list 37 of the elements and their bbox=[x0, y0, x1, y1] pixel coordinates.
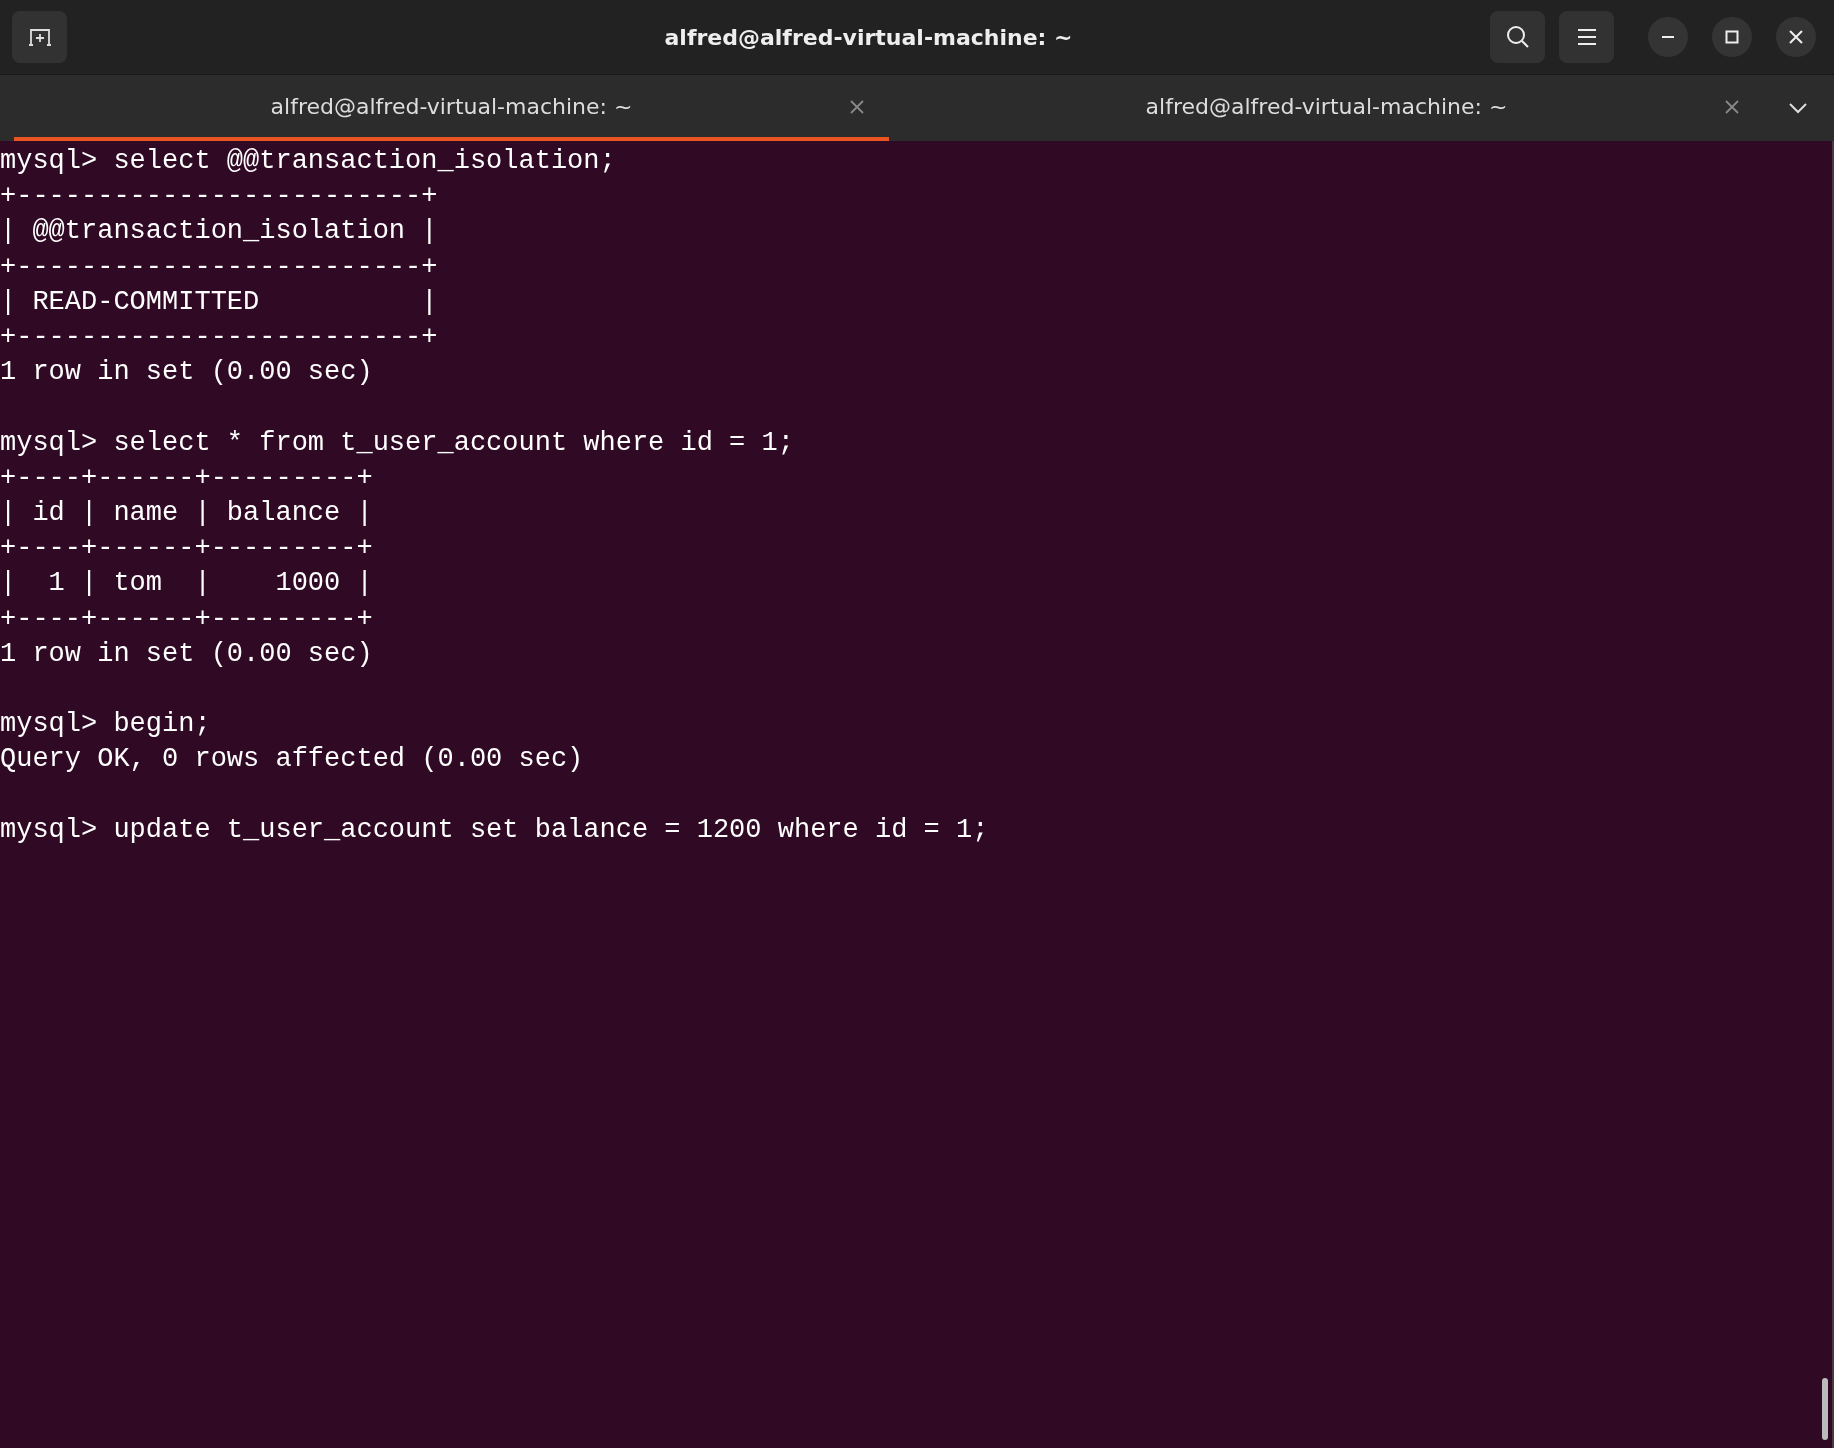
terminal-tab[interactable]: alfred@alfred-virtual-machine: ~ bbox=[14, 75, 889, 141]
terminal-line: mysql> select @@transaction_isolation; bbox=[0, 145, 616, 178]
tab-title: alfred@alfred-virtual-machine: ~ bbox=[270, 93, 633, 119]
terminal-line: +----+------+---------+ bbox=[0, 461, 373, 495]
new-tab-button[interactable] bbox=[12, 11, 67, 63]
chevron-down-icon[interactable] bbox=[1788, 102, 1808, 114]
maximize-button[interactable] bbox=[1712, 17, 1752, 57]
terminal-line: +-------------------------+ bbox=[0, 321, 438, 354]
terminal-line: 1 row in set (0.00 sec) bbox=[0, 356, 373, 390]
terminal-line: mysql> begin; bbox=[0, 708, 211, 742]
close-tab-icon[interactable] bbox=[849, 99, 865, 115]
terminal-line: | READ-COMMITTED | bbox=[0, 285, 438, 319]
terminal-line: +-------------------------+ bbox=[0, 250, 438, 284]
terminal-line: | id | name | balance | bbox=[0, 497, 373, 530]
window-title: alfred@alfred-virtual-machine: ~ bbox=[663, 24, 1074, 50]
minimize-icon bbox=[1661, 36, 1675, 38]
terminal-line: +----+------+---------+ bbox=[0, 602, 373, 636]
terminal-line: mysql> update t_user_account set balance = 1200 where id = 1; bbox=[0, 813, 989, 847]
scrollbar-thumb[interactable] bbox=[1822, 1378, 1828, 1440]
terminal-line: | 1 | tom | 1000 | bbox=[0, 567, 373, 601]
tab-title: alfred@alfred-virtual-machine: ~ bbox=[1145, 93, 1508, 119]
new-tab-icon bbox=[27, 26, 52, 48]
maximize-icon bbox=[1725, 30, 1739, 44]
close-tab-icon[interactable] bbox=[1724, 99, 1740, 115]
close-button[interactable] bbox=[1776, 17, 1816, 57]
terminal-line: Query OK, 0 rows affected (0.00 sec) bbox=[0, 743, 584, 777]
terminal-line: +----+------+---------+ bbox=[0, 532, 373, 566]
terminal-line: | @@transaction_isolation | bbox=[0, 215, 438, 249]
terminal-line: mysql> select * from t_user_account where id = 1; bbox=[0, 426, 794, 460]
terminal-line: 1 row in set (0.00 sec) bbox=[0, 637, 373, 671]
terminal-tab[interactable]: alfred@alfred-virtual-machine: ~ bbox=[889, 75, 1764, 141]
search-icon bbox=[1504, 24, 1531, 50]
close-icon bbox=[1789, 30, 1803, 44]
menu-button[interactable] bbox=[1559, 11, 1614, 63]
search-button[interactable] bbox=[1490, 11, 1545, 63]
menu-icon bbox=[1575, 28, 1598, 46]
terminal-line: +-------------------------+ bbox=[0, 180, 438, 214]
